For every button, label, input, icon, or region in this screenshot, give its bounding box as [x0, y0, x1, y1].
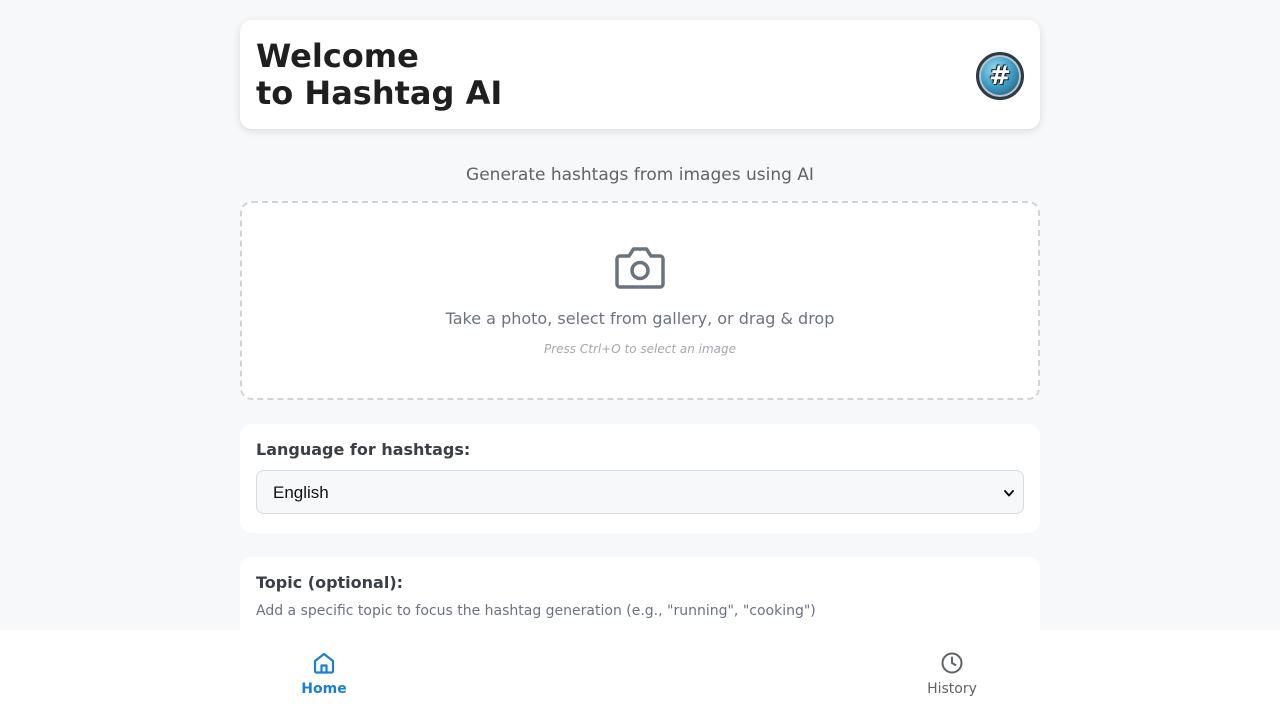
language-card: Language for hashtags: English — [240, 424, 1040, 533]
page-title: Welcome to Hashtag AI — [256, 38, 502, 112]
language-select[interactable]: English — [256, 470, 1024, 514]
title-line-1: Welcome — [256, 37, 419, 75]
bottom-navigation: Home History — [0, 630, 1280, 720]
home-icon — [313, 652, 335, 674]
language-label: Language for hashtags: — [256, 440, 471, 459]
image-upload-dropzone[interactable]: Take a photo, select from gallery, or dr… — [240, 201, 1040, 400]
clock-icon — [941, 652, 963, 674]
subtitle: Generate hashtags from images using AI — [466, 165, 814, 185]
nav-home[interactable]: Home — [264, 648, 384, 697]
nav-history[interactable]: History — [892, 648, 1012, 697]
topic-label: Topic (optional): — [256, 573, 404, 592]
nav-home-label: Home — [301, 681, 347, 697]
title-line-2: to Hashtag AI — [256, 74, 503, 112]
chevron-down-icon — [1004, 490, 1014, 497]
topic-help-text: Add a specific topic to focus the hashta… — [256, 603, 816, 619]
camera-icon — [615, 247, 665, 289]
header-card: Welcome to Hashtag AI # — [240, 20, 1040, 129]
logo-glyph: # — [989, 61, 1011, 91]
keyboard-shortcut-hint: Press Ctrl+O to select an image — [543, 342, 737, 356]
language-selected-value: English — [273, 483, 329, 502]
hashtag-logo-icon: # — [976, 52, 1024, 100]
nav-history-label: History — [927, 681, 977, 697]
app-page: Welcome to Hashtag AI # Generate hashtag… — [0, 0, 1280, 720]
upload-instruction: Take a photo, select from gallery, or dr… — [445, 309, 835, 328]
main-content: Welcome to Hashtag AI # Generate hashtag… — [240, 20, 1040, 697]
